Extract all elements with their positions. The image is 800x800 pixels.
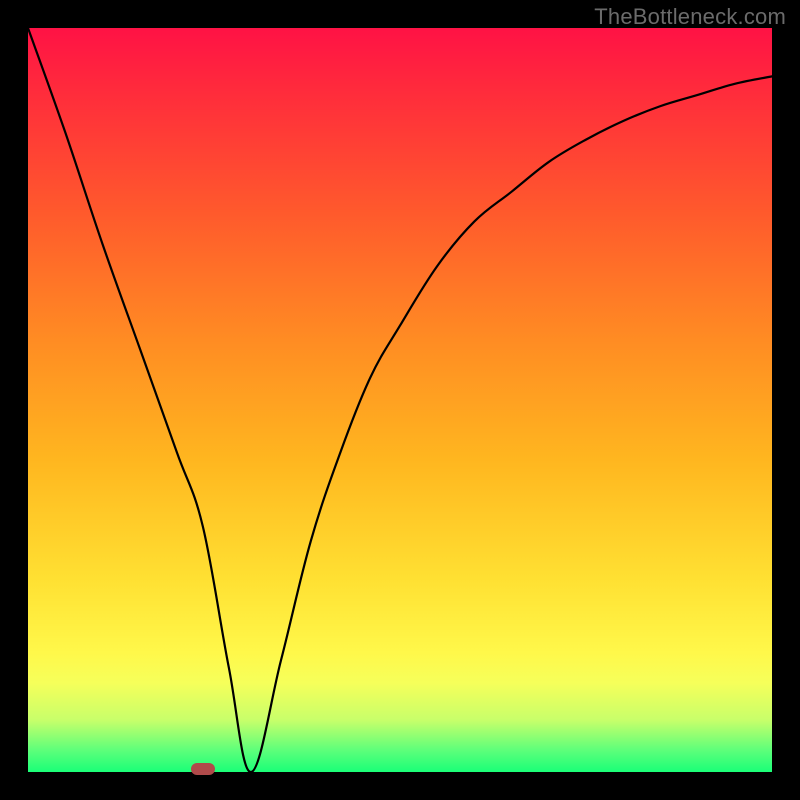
chart-frame: TheBottleneck.com [0, 0, 800, 800]
watermark-text: TheBottleneck.com [594, 4, 786, 30]
plot-area [28, 28, 772, 772]
minimum-marker [191, 763, 215, 775]
bottleneck-curve [28, 28, 772, 772]
